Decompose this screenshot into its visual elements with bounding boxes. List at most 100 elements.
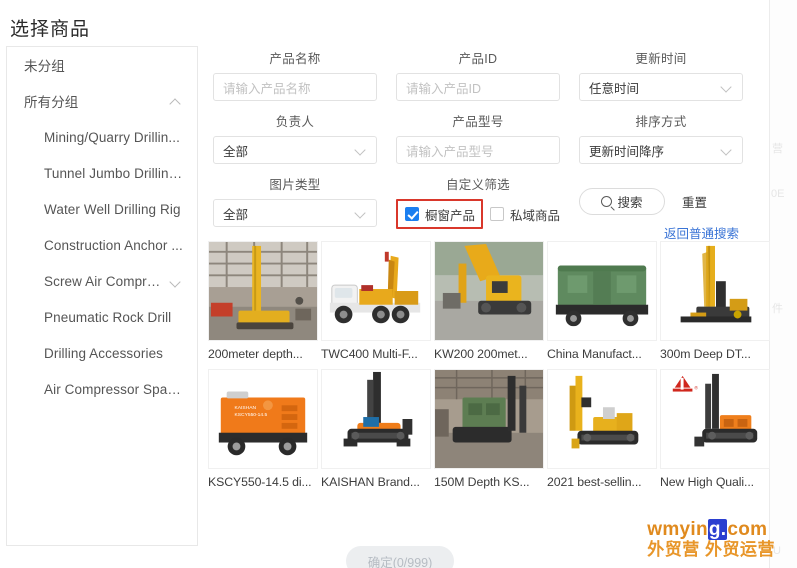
product-caption: 2021 best-sellin... bbox=[547, 475, 642, 489]
green-crawler-image bbox=[435, 370, 543, 468]
field-label: 产品ID bbox=[458, 52, 498, 66]
action-buttons: 搜索 重置 bbox=[579, 188, 743, 215]
category-sidebar: 未分组 所有分组 Mining/Quarry Drillin... Tunnel… bbox=[6, 46, 198, 546]
product-card[interactable]: 200meter depth... bbox=[208, 241, 320, 361]
sidebar-item-tunnel-jumbo-drilling[interactable]: Tunnel Jumbo Drilling... bbox=[7, 155, 197, 191]
chevron-up-icon[interactable] bbox=[170, 95, 183, 108]
sidebar-item-label: 未分组 bbox=[24, 59, 65, 74]
product-model-input[interactable]: 请输入产品型号 bbox=[396, 136, 560, 164]
field-product-model: 产品型号 请输入产品型号 bbox=[396, 111, 560, 164]
sidebar-item-air-compressor-spare[interactable]: Air Compressor Spare... bbox=[7, 371, 197, 407]
product-card[interactable]: ® New High Quali... bbox=[660, 369, 772, 489]
svg-text:KSCY550-14.5: KSCY550-14.5 bbox=[235, 412, 268, 418]
product-card[interactable]: KW200 200met... bbox=[434, 241, 546, 361]
field-image-type: 图片类型 全部 bbox=[213, 174, 377, 227]
product-caption: New High Quali... bbox=[660, 475, 754, 489]
search-button-label: 搜索 bbox=[617, 196, 643, 210]
checkbox-unchecked-icon[interactable] bbox=[490, 207, 505, 221]
sidebar-item-construction-anchor[interactable]: Construction Anchor ... bbox=[7, 227, 197, 263]
sidebar-item-label: Pneumatic Rock Drill bbox=[44, 309, 172, 325]
sidebar-item-pneumatic-rock-drill[interactable]: Pneumatic Rock Drill bbox=[7, 299, 197, 335]
watermark-text-b: com bbox=[727, 518, 768, 540]
product-thumbnail[interactable]: KAISHAN KSCY550-14.5 bbox=[208, 369, 318, 469]
orange-compressor-image: KAISHAN KSCY550-14.5 bbox=[209, 370, 317, 468]
checkbox-label: 私域商品 bbox=[510, 208, 561, 223]
truck-rig-image bbox=[322, 242, 430, 340]
confirm-button[interactable]: 确定(0/999) bbox=[346, 546, 454, 568]
field-label: 更新时间 bbox=[635, 52, 687, 66]
sidebar-item-all-groups[interactable]: 所有分组 bbox=[7, 83, 197, 119]
search-filter-form: 产品名称 请输入产品名称 产品ID 请输入产品ID 更新时间 任意时间 负责人 … bbox=[213, 48, 786, 242]
chevron-down-icon bbox=[355, 144, 367, 156]
product-thumbnail[interactable] bbox=[547, 241, 657, 341]
watermark-line-1: wmying.com bbox=[647, 518, 775, 540]
product-card[interactable]: China Manufact... bbox=[547, 241, 659, 361]
chevron-down-icon bbox=[355, 207, 367, 219]
checkbox-label: 橱窗产品 bbox=[425, 208, 476, 223]
product-card[interactable]: KAISHAN KSCY550-14.5 KSCY550-14.5 di... bbox=[208, 369, 320, 489]
search-icon bbox=[601, 196, 613, 207]
product-thumbnail[interactable] bbox=[434, 241, 544, 341]
watermark: wmying.com 外贸营 外贸运营 bbox=[647, 518, 775, 560]
chevron-down-icon bbox=[721, 144, 733, 156]
product-thumbnail[interactable] bbox=[547, 369, 657, 469]
sidebar-item-screw-air-compressor[interactable]: Screw Air Compressor bbox=[7, 263, 197, 299]
reset-button[interactable]: 重置 bbox=[682, 192, 707, 211]
product-name-input[interactable]: 请输入产品名称 bbox=[213, 73, 377, 101]
product-thumbnail[interactable] bbox=[321, 369, 431, 469]
filter-row-1: 产品名称 请输入产品名称 产品ID 请输入产品ID 更新时间 任意时间 bbox=[213, 48, 786, 101]
product-caption: TWC400 Multi-F... bbox=[321, 347, 418, 361]
product-card[interactable]: 2021 best-sellin... bbox=[547, 369, 659, 489]
checkbox-private-product[interactable]: 私域商品 bbox=[490, 205, 560, 224]
owner-select[interactable]: 全部 bbox=[213, 136, 377, 164]
select-value: 全部 bbox=[223, 144, 249, 159]
select-product-modal: 营 0E 件 U 选择商品 未分组 所有分组 Mining/Quarry Dri… bbox=[0, 0, 797, 568]
product-thumbnail[interactable] bbox=[321, 241, 431, 341]
field-label: 排序方式 bbox=[635, 115, 687, 129]
product-caption: 150M Depth KS... bbox=[434, 475, 530, 489]
sidebar-item-mining-quarry-drilling[interactable]: Mining/Quarry Drillin... bbox=[7, 119, 197, 155]
sidebar-item-drilling-accessories[interactable]: Drilling Accessories bbox=[7, 335, 197, 371]
product-card[interactable]: 150M Depth KS... bbox=[434, 369, 546, 489]
search-button[interactable]: 搜索 bbox=[579, 188, 665, 215]
rig-white-bg-image bbox=[661, 242, 769, 340]
field-label: 产品名称 bbox=[269, 52, 321, 66]
sidebar-item-label: Construction Anchor ... bbox=[44, 237, 183, 253]
update-time-select[interactable]: 任意时间 bbox=[579, 73, 743, 101]
field-label: 图片类型 bbox=[269, 178, 321, 192]
product-caption: KAISHAN Brand... bbox=[321, 475, 420, 489]
sidebar-item-label: Drilling Accessories bbox=[44, 345, 164, 361]
sort-order-select[interactable]: 更新时间降序 bbox=[579, 136, 743, 164]
chevron-down-icon[interactable] bbox=[170, 275, 183, 288]
field-sort-order: 排序方式 更新时间降序 bbox=[579, 111, 743, 164]
input-placeholder: 请输入产品ID bbox=[406, 81, 482, 96]
field-product-id: 产品ID 请输入产品ID bbox=[396, 48, 560, 101]
sidebar-item-label: 所有分组 bbox=[24, 95, 79, 110]
svg-text:®: ® bbox=[694, 385, 698, 392]
black-crawler-rig-image bbox=[322, 370, 430, 468]
field-label: 产品型号 bbox=[452, 115, 504, 129]
green-compressor-image bbox=[548, 242, 656, 340]
sidebar-item-ungrouped[interactable]: 未分组 bbox=[7, 47, 197, 83]
product-card[interactable]: TWC400 Multi-F... bbox=[321, 241, 433, 361]
product-thumbnail[interactable]: ® bbox=[660, 369, 770, 469]
chevron-down-icon bbox=[721, 81, 733, 93]
form-actions: 搜索 重置 返回普通搜索 bbox=[579, 174, 743, 242]
select-value: 更新时间降序 bbox=[589, 144, 665, 159]
product-card[interactable]: 300m Deep DT... bbox=[660, 241, 772, 361]
product-card[interactable]: KAISHAN Brand... bbox=[321, 369, 433, 489]
product-id-input[interactable]: 请输入产品ID bbox=[396, 73, 560, 101]
checkbox-checked-icon[interactable] bbox=[405, 207, 419, 221]
product-thumbnail[interactable] bbox=[208, 241, 318, 341]
input-placeholder: 请输入产品名称 bbox=[223, 81, 311, 96]
field-update-time: 更新时间 任意时间 bbox=[579, 48, 743, 101]
image-type-select[interactable]: 全部 bbox=[213, 199, 377, 227]
back-to-normal-search-link[interactable]: 返回普通搜索 bbox=[579, 223, 739, 242]
checkbox-showcase-product[interactable]: 橱窗产品 bbox=[405, 205, 475, 224]
svg-text:KAISHAN: KAISHAN bbox=[235, 405, 257, 411]
product-thumbnail[interactable] bbox=[660, 241, 770, 341]
product-thumbnail[interactable] bbox=[434, 369, 544, 469]
select-value: 全部 bbox=[223, 207, 249, 222]
sidebar-item-water-well-drilling-rig[interactable]: Water Well Drilling Rig bbox=[7, 191, 197, 227]
page-title: 选择商品 bbox=[10, 19, 91, 40]
